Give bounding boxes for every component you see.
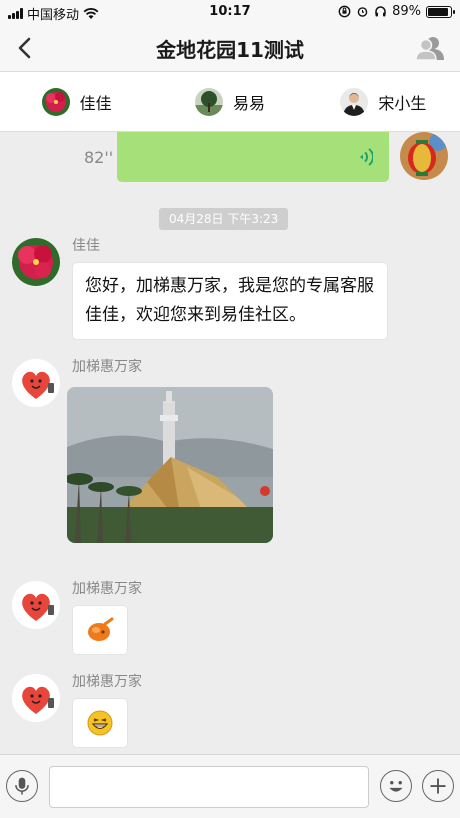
- hibiscus-avatar: [41, 87, 70, 116]
- message-timestamp: 04月28日 下午3:23: [159, 208, 289, 230]
- headphones-icon: [375, 6, 386, 17]
- member-item-songxiaosheng[interactable]: 宋小生: [307, 72, 460, 131]
- voice-bubble[interactable]: [117, 132, 389, 182]
- person-avatar: [340, 87, 369, 116]
- tree-avatar: [194, 87, 223, 116]
- microphone-icon[interactable]: [6, 770, 38, 802]
- input-bar: [0, 754, 460, 818]
- heart-mascot-avatar[interactable]: [12, 581, 60, 629]
- group-members-icon[interactable]: [414, 32, 446, 64]
- chat-title: 金地花园11测试: [156, 38, 304, 62]
- sticker-bubble[interactable]: [72, 605, 128, 655]
- smiley-icon[interactable]: [380, 770, 412, 802]
- message-input[interactable]: [49, 766, 369, 808]
- message-text[interactable]: 您好，加梯惠万家，我是您的专属客服佳佳，欢迎您来到易佳社区。: [72, 262, 388, 340]
- lantern-avatar[interactable]: [400, 132, 448, 180]
- plus-icon[interactable]: [422, 770, 454, 802]
- member-name: 易易: [232, 93, 265, 113]
- alarm-icon: [357, 7, 368, 17]
- chat-header: 金地花园11测试: [0, 24, 460, 72]
- tower-photo[interactable]: [67, 387, 273, 543]
- voice-message-row: 82'': [0, 132, 460, 188]
- voice-duration: 82'': [84, 148, 114, 167]
- sender-name: 加梯惠万家: [72, 359, 142, 375]
- battery-percent: 89%: [392, 4, 421, 19]
- status-bar: 中国移动 10:17 89%: [0, 0, 460, 24]
- sender-name: 加梯惠万家: [72, 581, 142, 597]
- grin-emoji-icon: [87, 710, 113, 736]
- emoji-bubble[interactable]: [72, 698, 128, 748]
- member-bar: 佳佳 易易 宋小生: [0, 72, 460, 132]
- rotation-lock-icon: [338, 5, 351, 18]
- battery-icon: [426, 5, 455, 18]
- orange-sticker-icon: [88, 617, 114, 641]
- chat-area: 82'' 04月28日 下午3:23 佳佳 您好，加梯惠万家，我是您的专属客服佳…: [0, 132, 460, 754]
- heart-mascot-avatar[interactable]: [12, 674, 60, 722]
- voice-wave-icon: [360, 148, 373, 166]
- sender-name: 佳佳: [72, 238, 100, 254]
- member-item-jiajia[interactable]: 佳佳: [0, 72, 153, 131]
- sender-name: 加梯惠万家: [72, 674, 142, 690]
- member-item-yiyi[interactable]: 易易: [153, 72, 306, 131]
- member-name: 佳佳: [79, 93, 112, 113]
- heart-mascot-avatar[interactable]: [12, 359, 60, 407]
- hibiscus-avatar[interactable]: [12, 238, 60, 286]
- member-name: 宋小生: [378, 93, 427, 113]
